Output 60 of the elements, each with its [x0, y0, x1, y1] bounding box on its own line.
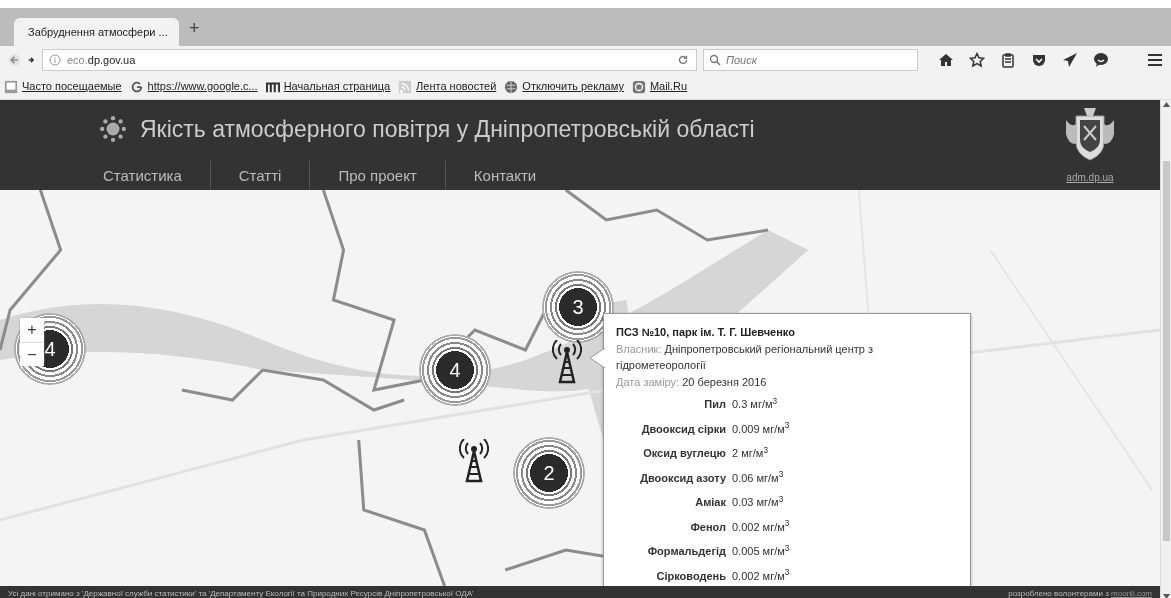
home-icon[interactable] — [938, 52, 954, 68]
zoom-in-button[interactable]: + — [20, 318, 44, 342]
bookmark-link[interactable]: Начальная страница — [265, 78, 391, 95]
bookmarks-icon — [4, 79, 18, 94]
footer-source-text: Усі дані отримано з 'Державної служби статистики' та 'Департаменту Екології та Природних Ресурсів Дніпропетровської ОДА' — [8, 587, 474, 598]
tower-marker-icon[interactable] — [552, 340, 582, 384]
credit-link[interactable]: moonli.com — [1111, 588, 1152, 598]
pollutant-value: 0.009 мг/м$^{3}$ — [732, 420, 790, 437]
pollutant-name: Двооксид азоту — [639, 470, 726, 486]
pollutant-value: 0.005 мг/м$^{3}$ — [732, 543, 790, 559]
tab-title: Забруднення атмосфери ... — [28, 24, 168, 40]
pocket-icon[interactable] — [1031, 52, 1047, 68]
pollutant-name: Формальдегід — [646, 544, 726, 559]
logo-link[interactable]: adm.dp.ua — [1066, 170, 1114, 185]
send-icon[interactable] — [1062, 52, 1078, 68]
pollutant-name: Фенол — [689, 519, 726, 535]
star-icon[interactable] — [969, 52, 985, 68]
scroll-down-icon[interactable] — [1162, 594, 1170, 598]
nav-link[interactable]: Статистика — [100, 160, 210, 191]
pollutant-name: Сірководень — [655, 568, 726, 584]
tower-marker-icon[interactable] — [459, 439, 489, 483]
site-title: Якість атмосферного повітря у Дніпропетровській області — [140, 115, 755, 144]
pollutant-name: Аміак — [694, 495, 726, 510]
mail-icon — [631, 79, 646, 94]
sun-logo-icon — [100, 116, 126, 143]
pollutant-value: 0.06 мг/м$^{3}$ — [732, 469, 785, 486]
pollutant-value: 2 мг/м$^{3}$ — [732, 445, 769, 461]
pollutant-name: Оксид вуглецю — [642, 446, 726, 461]
scrollbar[interactable] — [1160, 100, 1171, 598]
reload-icon[interactable] — [676, 53, 690, 67]
pollutant-value: 0.3 мг/м$^{3}$ — [732, 396, 779, 412]
pollutant-value: 0.002 мг/м$^{3}$ — [732, 518, 790, 535]
info-icon — [49, 54, 61, 66]
pollutant-name: Двооксид сірки — [640, 421, 726, 437]
address-bar[interactable]: eco.dp.gov.ua — [42, 49, 697, 71]
pollutant-value: 0.03 мг/м$^{3}$ — [732, 494, 785, 510]
google-icon — [129, 79, 144, 94]
owner-line: Власник: Дніпропетровський регіональний центр з гідрометеорології — [616, 341, 874, 373]
clipboard-icon[interactable] — [1000, 52, 1016, 68]
station-name: ПСЗ №10, парк ім. Т. Г. Шевченко — [616, 325, 796, 340]
search-field[interactable]: Поиск — [703, 49, 918, 71]
pollutant-value: 0.002 мг/м$^{3}$ — [732, 567, 790, 584]
menu-icon[interactable] — [1147, 52, 1163, 68]
date-line: Дата заміру: 20 березня 2016 — [616, 374, 768, 390]
rss-icon — [398, 79, 413, 94]
footer-credit: розроблено волонтерами з moonli.com — [1008, 587, 1152, 598]
bookmark-link[interactable]: Mail.Ru — [631, 78, 688, 95]
pollutant-name: Пил — [703, 397, 726, 412]
chat-icon[interactable] — [1093, 52, 1109, 68]
bookmark-logo-icon — [265, 79, 280, 94]
scrollbar-thumb[interactable] — [1162, 160, 1170, 541]
new-tab-button[interactable]: + — [179, 15, 210, 46]
bookmark-link[interactable]: Часто посещаемые — [4, 78, 122, 95]
bookmark-link[interactable]: https://www.google.c... — [129, 78, 258, 95]
zoom-out-button[interactable]: − — [20, 342, 44, 366]
bookmark-link[interactable]: Лента новостей — [398, 78, 497, 95]
bookmark-link[interactable]: Отключить рекламу — [504, 78, 624, 95]
globe-icon — [504, 79, 519, 94]
browser-tab[interactable]: Забруднення атмосфери ... — [14, 18, 179, 46]
scroll-up-icon[interactable] — [1162, 102, 1170, 107]
